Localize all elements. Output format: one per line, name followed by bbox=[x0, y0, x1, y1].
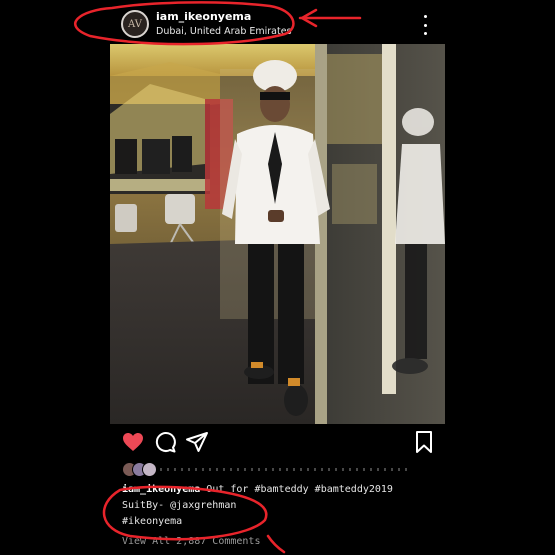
caption-username[interactable]: iam_ikeonyema bbox=[122, 484, 200, 495]
more-vertical-icon[interactable] bbox=[420, 15, 430, 35]
photo-image bbox=[110, 44, 445, 424]
profile-avatar[interactable]: AV bbox=[121, 10, 149, 38]
post-username[interactable]: iam_ikeonyema bbox=[156, 10, 251, 23]
action-bar bbox=[110, 428, 445, 456]
post-photo[interactable] bbox=[110, 44, 445, 424]
heart-icon[interactable] bbox=[121, 430, 145, 454]
caption-line-1: iam_ikeonyema Out for #bamteddy #bamtedd… bbox=[122, 482, 452, 498]
comment-icon[interactable] bbox=[153, 430, 177, 454]
caption-line-2: SuitBy- @jaxgrehman bbox=[122, 500, 237, 511]
caption-text: Out for #bamteddy #bamteddy2019 bbox=[200, 484, 393, 495]
view-comments-link[interactable]: View All 2,887 Comments bbox=[122, 536, 260, 547]
bookmark-icon[interactable] bbox=[412, 430, 436, 454]
post-header: AV iam_ikeonyema Dubai, United Arab Emir… bbox=[110, 5, 445, 45]
liker-avatar bbox=[142, 462, 157, 477]
likes-text-faded bbox=[160, 468, 410, 471]
send-icon[interactable] bbox=[185, 430, 209, 454]
likes-row[interactable] bbox=[122, 462, 422, 478]
post-caption: iam_ikeonyema Out for #bamteddy #bamtedd… bbox=[122, 482, 452, 530]
post-location[interactable]: Dubai, United Arab Emirates bbox=[156, 26, 292, 37]
avatar-logo: AV bbox=[128, 18, 142, 30]
caption-line-3: #ikeonyema bbox=[122, 516, 183, 527]
